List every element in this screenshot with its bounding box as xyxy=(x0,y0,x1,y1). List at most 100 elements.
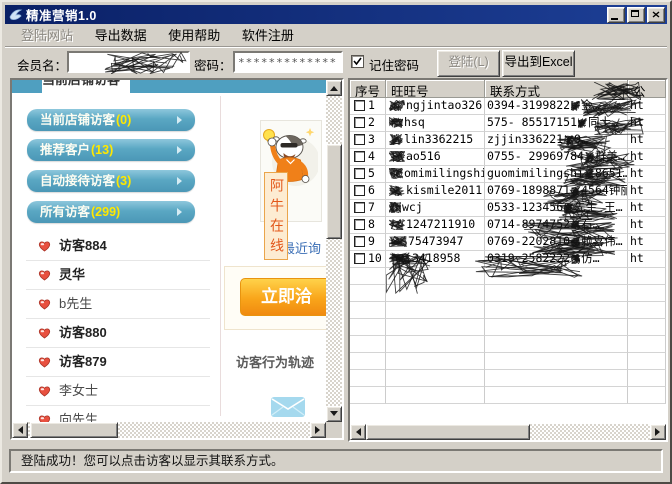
visitor-item[interactable]: 李女士 xyxy=(26,377,210,406)
visitor-web-panel: 当前店铺访客 当前店铺访客(0) 推荐客户(13) 自动接待访客(3) 所有访客(29… xyxy=(10,78,344,440)
scroll-thumb[interactable] xyxy=(366,424,530,440)
table-row[interactable]: 7 wcj 0533-123456 先生 王… ht xyxy=(350,200,666,217)
table-empty-row xyxy=(350,370,666,387)
arrow-right-icon xyxy=(655,428,664,436)
export-excel-button[interactable]: 导出到Excel xyxy=(502,50,575,77)
chevron-right-icon xyxy=(177,177,186,185)
table-row[interactable]: 4 ao516 0755- 29969784 群美… ht xyxy=(350,149,666,166)
table-row[interactable]: 9 75473947 0769-2202810 赖喜伟… ht xyxy=(350,234,666,251)
table-row[interactable]: 1 ngjintao326 0394-3199822 金… ht xyxy=(350,98,666,115)
table-row[interactable]: 8 1247211910 0714-8974752 石… ht xyxy=(350,217,666,234)
category-button-1[interactable]: 当前店铺访客(0) xyxy=(27,109,195,131)
maximize-button[interactable] xyxy=(627,6,645,23)
redaction-scribble xyxy=(569,99,581,111)
table-body: 1 ngjintao326 0394-3199822 金… ht 2 hsq 575- 855… xyxy=(350,98,666,404)
row-checkbox[interactable] xyxy=(354,100,365,111)
arrow-up-icon xyxy=(330,82,338,91)
panel-header-strip: 当前店铺访客 xyxy=(12,80,326,93)
menu-register[interactable]: 软件注册 xyxy=(233,25,303,46)
column-header-index[interactable]: 序号 xyxy=(350,80,386,98)
row-checkbox[interactable] xyxy=(354,185,365,196)
window-title: 精准营销1.0 xyxy=(26,9,97,23)
row-checkbox[interactable] xyxy=(354,236,365,247)
scroll-thumb[interactable] xyxy=(30,422,118,438)
heart-icon xyxy=(38,270,51,281)
close-button[interactable] xyxy=(647,6,665,23)
scroll-down-button[interactable] xyxy=(326,406,342,422)
member-name-input[interactable] xyxy=(67,51,190,73)
visitor-item[interactable]: 灵华 xyxy=(26,261,210,290)
table-row[interactable]: 2 hsq 575- 85517151 同士… ht xyxy=(350,115,666,132)
heart-icon xyxy=(38,415,51,422)
table-empty-row xyxy=(350,268,666,285)
redaction-scribble xyxy=(570,252,581,265)
visitor-item[interactable]: 访客879 xyxy=(26,348,210,377)
redaction-scribble xyxy=(583,168,595,180)
scroll-right-button[interactable] xyxy=(650,424,666,440)
password-label: 密码： xyxy=(194,59,232,73)
login-button[interactable]: 登陆(L) xyxy=(437,50,500,77)
table-horizontal-scrollbar[interactable] xyxy=(350,424,666,440)
table-empty-row xyxy=(350,353,666,370)
redaction-scribble xyxy=(388,133,404,147)
table-row[interactable]: 6kismile20110769-18988714564钟丽…ht xyxy=(350,183,666,200)
table-empty-row xyxy=(350,285,666,302)
table-row[interactable]: 3 lin3362215 zjjin336221 9… ht xyxy=(350,132,666,149)
heart-icon xyxy=(38,328,51,339)
redaction-scribble xyxy=(577,116,587,129)
visitor-item[interactable]: 向先生 xyxy=(26,406,210,422)
redaction-scribble xyxy=(388,218,406,231)
row-checkbox[interactable] xyxy=(354,117,365,128)
web-panel-content: 当前店铺访客 当前店铺访客(0) 推荐客户(13) 自动接待访客(3) 所有访客(29… xyxy=(12,80,326,422)
scroll-left-button[interactable] xyxy=(12,422,28,438)
category-button-2[interactable]: 推荐客户(13) xyxy=(27,139,195,161)
table-empty-row xyxy=(350,302,666,319)
column-header-company[interactable]: 公 xyxy=(628,80,666,98)
table-empty-row xyxy=(350,319,666,336)
redaction-scribble xyxy=(388,184,405,197)
arrow-down-icon xyxy=(330,411,338,420)
row-checkbox[interactable] xyxy=(354,168,365,179)
password-input[interactable] xyxy=(233,51,343,73)
row-checkbox[interactable] xyxy=(354,134,365,145)
scroll-right-button[interactable] xyxy=(310,422,326,438)
scroll-thumb[interactable] xyxy=(326,144,342,239)
web-vertical-scrollbar[interactable] xyxy=(326,80,342,422)
row-checkbox[interactable] xyxy=(354,219,365,230)
redaction-scribble xyxy=(388,201,402,214)
visitor-item[interactable]: 访客880 xyxy=(26,319,210,348)
status-bar: 登陆成功！您可以点击访客以显示其联系方式。 xyxy=(7,447,665,476)
remember-password-checkbox[interactable] xyxy=(351,55,364,68)
chat-now-button[interactable]: 立即洽 xyxy=(240,278,326,316)
heart-icon xyxy=(38,299,51,310)
web-horizontal-scrollbar[interactable] xyxy=(12,422,326,438)
visitor-item[interactable]: 访客884 xyxy=(26,232,210,261)
arrow-right-icon xyxy=(315,426,324,434)
row-checkbox[interactable] xyxy=(354,253,365,264)
redaction-scribble xyxy=(388,253,412,265)
menu-login-site[interactable]: 登陆网站 xyxy=(12,25,82,46)
category-button-4[interactable]: 所有访客(299) xyxy=(27,201,195,223)
contacts-table: 序号 旺旺号 联系方式 公 1 ngjintao326 0394-3199822 金…… xyxy=(348,78,668,442)
minimize-button[interactable] xyxy=(607,6,625,23)
menu-export-data[interactable]: 导出数据 xyxy=(86,25,156,46)
redaction-scribble xyxy=(571,186,581,196)
row-checkbox[interactable] xyxy=(354,202,365,213)
visitor-item[interactable]: b先生 xyxy=(26,290,210,319)
category-button-3[interactable]: 自动接待访客(3) xyxy=(27,170,195,192)
member-name-label: 会员名： xyxy=(17,59,68,73)
clipped-tab: 当前店铺访客 xyxy=(42,80,130,93)
table-empty-row xyxy=(350,336,666,353)
scroll-up-button[interactable] xyxy=(326,80,342,96)
status-text: 登陆成功！您可以点击访客以显示其联系方式。 xyxy=(9,449,663,473)
menu-help[interactable]: 使用帮助 xyxy=(159,25,229,46)
close-icon xyxy=(652,11,660,18)
heart-icon xyxy=(38,357,51,368)
row-checkbox[interactable] xyxy=(354,151,365,162)
column-header-contact[interactable]: 联系方式 xyxy=(485,80,628,98)
redaction-scribble xyxy=(584,150,596,163)
scroll-left-button[interactable] xyxy=(350,424,366,440)
table-row[interactable]: 5 omimilingshi guomimilingshi 8651… ht xyxy=(350,166,666,183)
table-row[interactable]: 10 3418958 0319-2582222 仿… ht xyxy=(350,251,666,268)
column-header-wangwang[interactable]: 旺旺号 xyxy=(386,80,485,98)
